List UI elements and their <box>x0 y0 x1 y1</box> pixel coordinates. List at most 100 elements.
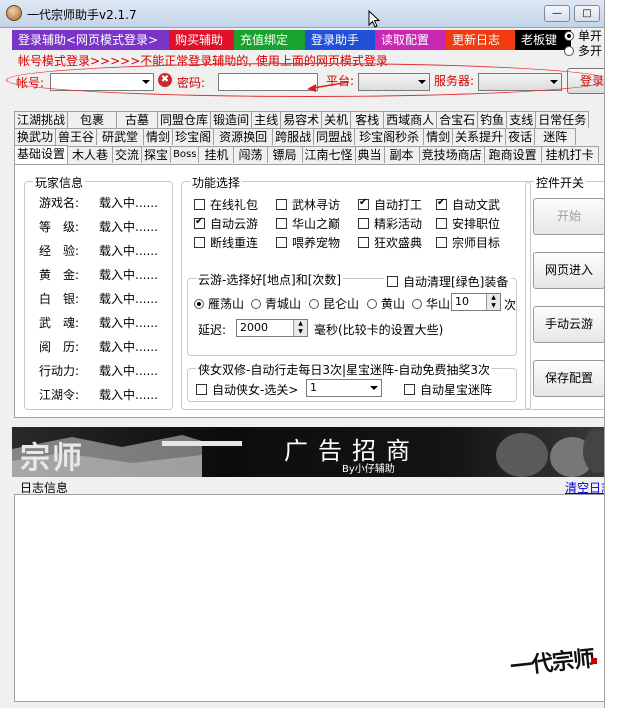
tab-bag[interactable]: 包裹 <box>67 111 118 128</box>
tab-disguise[interactable]: 易容术 <box>280 111 323 128</box>
web-login-button[interactable]: 登录辅助<网页模式登录> <box>12 30 169 50</box>
tab-pawn[interactable]: 典当 <box>354 146 385 163</box>
tab-dungeon[interactable]: 副本 <box>383 146 420 163</box>
tab-treasure-flash[interactable]: 珍宝阁秒杀 <box>354 128 425 145</box>
tab-side-quest[interactable]: 支线 <box>506 111 537 128</box>
single-open-radio[interactable]: 单开 <box>564 28 602 43</box>
player-info-title: 玩家信息 <box>33 174 86 191</box>
login-notice: 帐号模式登录>>>>>不能正常登录辅助的, 使用上面的网页模式登录 <box>18 54 388 68</box>
place-kunlun-radio[interactable]: 昆仑山 <box>309 295 359 312</box>
travel-group: 云游-选择好[地点]和[次数] 自动清理[绿色]装备 雁荡山 青城山 昆仑山 黄… <box>187 271 517 356</box>
feature-reconnect-checkbox[interactable]: 断线重连 <box>194 234 258 251</box>
tab-beast-valley[interactable]: 兽王谷 <box>55 128 98 145</box>
tab-treasure-pavilion[interactable]: 珍宝阁 <box>172 128 215 145</box>
tab-love-sword-2[interactable]: 情剑 <box>423 128 454 145</box>
manual-travel-button[interactable]: 手动云游 <box>533 306 604 343</box>
password-input[interactable] <box>218 73 318 91</box>
start-button[interactable]: 开始 <box>533 198 604 235</box>
hero-level-select[interactable]: 1 <box>306 379 382 397</box>
minimize-button[interactable]: — <box>544 5 570 22</box>
log-textarea[interactable]: 一代宗师 <box>14 494 604 702</box>
feature-auto-civil-martial-checkbox[interactable]: 自动文武 <box>436 196 500 213</box>
tab-forge[interactable]: 锻造间 <box>210 111 253 128</box>
tab-inn[interactable]: 客栈 <box>350 111 385 128</box>
tab-change-martial[interactable]: 换武功 <box>14 128 57 145</box>
tab-main-quest[interactable]: 主线 <box>251 111 282 128</box>
hero-group: 侠女双修-自动行走每日3次|星宝迷阵-自动免费抽奖3次 自动侠女-选关> 1 自… <box>187 361 517 402</box>
feature-master-goal-checkbox[interactable]: 宗师目标 <box>436 234 500 251</box>
ad-banner[interactable]: 宗师 广告招商 By小仔辅助 <box>12 427 604 477</box>
login-button[interactable]: 登录 <box>567 68 604 94</box>
auto-clean-green-checkbox[interactable]: 自动清理[绿色]装备 <box>384 273 512 290</box>
auto-hero-checkbox[interactable]: 自动侠女-选关> <box>196 381 298 398</box>
tab-alliance-storage[interactable]: 同盟仓库 <box>157 111 212 128</box>
server-select[interactable] <box>478 73 562 91</box>
travel-count-stepper[interactable]: 10 ▲ ▼ <box>451 293 501 311</box>
platform-select[interactable] <box>358 73 430 91</box>
server-label: 服务器: <box>434 74 475 88</box>
star-maze-checkbox[interactable]: 自动星宝迷阵 <box>404 381 492 398</box>
tab-love-sword[interactable]: 情剑 <box>143 128 174 145</box>
place-yandang-radio[interactable]: 雁荡山 <box>194 295 244 312</box>
login-helper-button[interactable]: 登录助手 <box>305 30 375 50</box>
feature-events-checkbox[interactable]: 精彩活动 <box>358 215 422 232</box>
account-combo[interactable] <box>50 73 154 91</box>
tab-fishing[interactable]: 钓鱼 <box>477 111 508 128</box>
tab-maze[interactable]: 迷阵 <box>534 128 577 145</box>
place-qingcheng-radio[interactable]: 青城山 <box>251 295 301 312</box>
multi-open-radio[interactable]: 多开 <box>564 43 602 58</box>
place-huashan-radio[interactable]: 华山 <box>412 295 450 312</box>
tab-wooden-alley[interactable]: 木人巷 <box>67 146 114 163</box>
tab-alliance-war[interactable]: 同盟战 <box>313 128 356 145</box>
feature-carnival-checkbox[interactable]: 狂欢盛典 <box>358 234 422 251</box>
feature-auto-travel-checkbox[interactable]: 自动云游 <box>194 215 258 232</box>
recharge-button[interactable]: 充值绑定 <box>234 30 305 50</box>
tab-night-talk[interactable]: 夜话 <box>505 128 536 145</box>
web-enter-button[interactable]: 网页进入 <box>533 252 604 289</box>
maximize-button[interactable]: □ <box>574 5 600 22</box>
delay-label: 延迟: <box>198 323 227 337</box>
feature-wulin-visit-checkbox[interactable]: 武林寻访 <box>276 196 340 213</box>
feature-arrange-post-checkbox[interactable]: 安排职位 <box>436 215 500 232</box>
tab-boss[interactable]: Boss <box>170 146 200 163</box>
tab-martial-hall[interactable]: 研武堂 <box>96 128 145 145</box>
tab-wander[interactable]: 闯荡 <box>233 146 268 163</box>
tab-tomb[interactable]: 古墓 <box>116 111 159 128</box>
tab-idle-checkin[interactable]: 挂机打卡 <box>540 146 599 163</box>
tab-relation-boost[interactable]: 关系提升 <box>452 128 507 145</box>
feature-feed-pet-checkbox[interactable]: 喂养宠物 <box>276 234 340 251</box>
save-config-button[interactable]: 保存配置 <box>533 360 604 397</box>
top-button-bar: 登录辅助<网页模式登录> 购买辅助 充值绑定 登录助手 读取配置 更新日志 老板… <box>12 30 571 50</box>
tab-escort[interactable]: 镖局 <box>266 146 303 163</box>
tab-cross-server[interactable]: 跨服战 <box>272 128 315 145</box>
tab-shutdown[interactable]: 关机 <box>321 111 352 128</box>
load-config-button[interactable]: 读取配置 <box>375 30 446 50</box>
buy-button[interactable]: 购买辅助 <box>169 30 234 50</box>
open-mode-radios: 单开 多开 <box>564 28 602 58</box>
tab-row-3: 基础设置 木人巷 交流 探宝 Boss 挂机 闯荡 镖局 江南七怪 典当 副本 … <box>14 145 599 164</box>
tab-resource-return[interactable]: 资源换回 <box>213 128 274 145</box>
tab-jianghu-challenge[interactable]: 江湖挑战 <box>14 111 69 128</box>
app-window: 一代宗师助手v2.1.7 — □ 登录辅助<网页模式登录> 购买辅助 充值绑定 … <box>0 0 605 708</box>
watermark-seal <box>591 658 597 664</box>
tab-jiangnan-seven[interactable]: 江南七怪 <box>301 146 356 163</box>
tab-exchange[interactable]: 交流 <box>112 146 143 163</box>
tab-western-merchant[interactable]: 西域商人 <box>383 111 438 128</box>
tab-basic-settings[interactable]: 基础设置 <box>14 145 69 164</box>
place-huangshan-radio[interactable]: 黄山 <box>367 295 405 312</box>
tab-trade-settings[interactable]: 跑商设置 <box>483 146 542 163</box>
tab-arena-shop[interactable]: 竞技场商店 <box>418 146 485 163</box>
basic-settings-panel: 玩家信息 游戏名: 载入中...... 等 级: 载入中...... 经 验: 载入中… <box>14 164 604 418</box>
tab-idle[interactable]: 挂机 <box>198 146 235 163</box>
tab-daily-tasks[interactable]: 日常任务 <box>535 111 590 128</box>
log-header: 日志信息 清空日志 <box>14 479 604 495</box>
tab-treasure-hunt[interactable]: 探宝 <box>141 146 172 163</box>
feature-auto-work-checkbox[interactable]: 自动打工 <box>358 196 422 213</box>
feature-huashan-peak-checkbox[interactable]: 华山之巅 <box>276 215 340 232</box>
changelog-button[interactable]: 更新日志 <box>446 30 515 50</box>
feature-online-gift-checkbox[interactable]: 在线礼包 <box>194 196 258 213</box>
boss-key-button[interactable]: 老板键 <box>515 30 571 50</box>
delay-stepper[interactable]: 2000 ▲ ▼ <box>236 319 308 337</box>
tab-gem-combine[interactable]: 合宝石 <box>436 111 479 128</box>
hero-title: 侠女双修-自动行走每日3次|星宝迷阵-自动免费抽奖3次 <box>196 361 492 378</box>
